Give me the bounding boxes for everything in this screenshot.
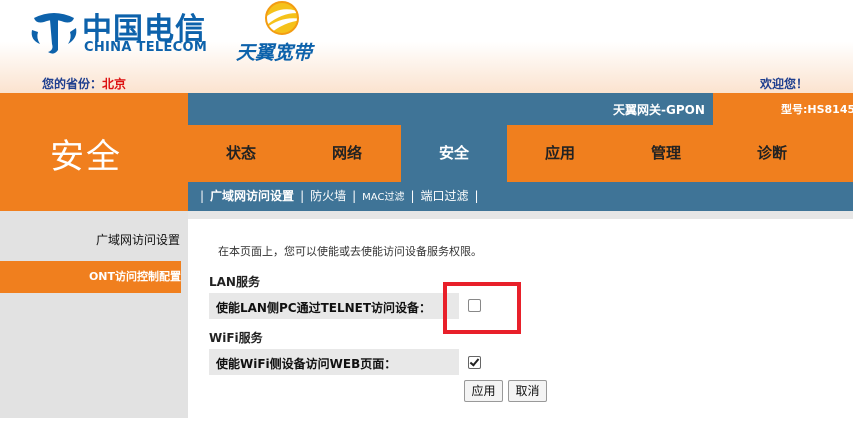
wifi-web-label: 使能WiFi侧设备访问WEB页面：: [216, 357, 397, 371]
subnav-divider: |: [300, 189, 305, 203]
subnav-item-port-filter[interactable]: 端口过滤: [421, 189, 469, 203]
sidebar-item-ont-access-control[interactable]: ONT访问控制配置: [0, 261, 181, 293]
subnav-divider: |: [352, 189, 357, 203]
tab-application[interactable]: 应用: [507, 125, 613, 182]
lan-section-title: LAN服务: [209, 275, 260, 289]
main-tabbar: 状态 网络 安全 应用 管理 诊断: [188, 125, 853, 182]
tab-security[interactable]: 安全: [401, 125, 507, 182]
province-info: 您的省份：北京: [42, 75, 126, 92]
wifi-web-checkbox[interactable]: [468, 356, 481, 369]
subnav-divider: |: [410, 189, 415, 203]
model-box: 型号:HS8145: [713, 93, 853, 125]
welcome-text: 欢迎您！: [760, 77, 809, 91]
product-name: 天翼宽带: [236, 42, 313, 64]
apply-button[interactable]: 应用: [464, 380, 503, 402]
brand-name-en: CHINA TELECOM: [84, 40, 208, 55]
subnav-item-wan-access[interactable]: 广域网访问设置: [210, 189, 294, 203]
tab-network[interactable]: 网络: [294, 125, 400, 182]
gateway-name: 天翼网关-GPON: [613, 103, 705, 117]
page-description: 在本页面上，您可以使能或去使能访问设备服务权限。: [218, 245, 482, 258]
lan-telnet-row: 使能LAN侧PC通过TELNET访问设备：: [209, 293, 459, 319]
checkbox-icon: [468, 356, 481, 369]
subnav-divider: |: [200, 189, 205, 203]
model-label: 型号:HS8145: [781, 103, 853, 116]
province-value: 北京: [102, 77, 127, 91]
page-header: 中国电信 CHINA TELECOM 天翼宽带 您的省份：北京 欢迎您！: [0, 0, 853, 93]
lan-telnet-label: 使能LAN侧PC通过TELNET访问设备：: [216, 301, 432, 315]
sub-navigation: | 广域网访问设置 | 防火墙 | MAC过滤 | 端口过滤 |: [188, 182, 853, 211]
province-label: 您的省份：: [42, 77, 103, 91]
tianyi-logo-icon: [262, 1, 306, 35]
subnav-item-firewall[interactable]: 防火墙: [310, 189, 346, 203]
wifi-section-title: WiFi服务: [209, 331, 263, 345]
gateway-bar: 天翼网关-GPON 型号:HS8145: [188, 93, 853, 125]
tab-diagnosis[interactable]: 诊断: [719, 125, 825, 182]
highlight-box: [443, 282, 521, 334]
left-sidebar: 广域网访问设置 ONT访问控制配置: [0, 211, 188, 418]
sidebar-item-wan-access[interactable]: 广域网访问设置: [0, 231, 180, 248]
sidebar-item-label: ONT访问控制配置: [88, 270, 181, 283]
cancel-button[interactable]: 取消: [508, 380, 547, 402]
wifi-web-row: 使能WiFi侧设备访问WEB页面：: [209, 349, 459, 375]
section-title-block: 安全: [0, 93, 188, 211]
tab-management[interactable]: 管理: [613, 125, 719, 182]
china-telecom-logo-icon: [31, 13, 77, 54]
tab-status[interactable]: 状态: [188, 125, 294, 182]
section-title: 安全: [50, 137, 122, 177]
subnav-item-mac-filter[interactable]: MAC过滤: [362, 192, 404, 203]
subnav-divider: |: [474, 189, 479, 203]
